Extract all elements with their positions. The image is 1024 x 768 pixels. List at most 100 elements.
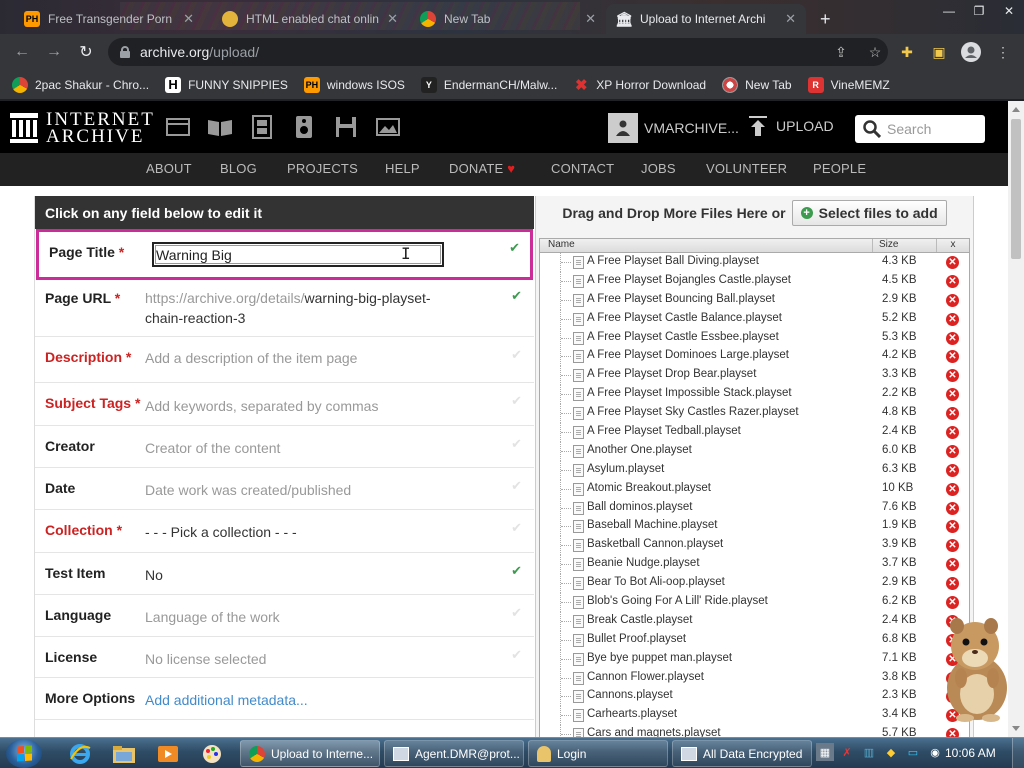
- taskbar-agent-dmr[interactable]: Agent.DMR@prot...: [384, 740, 524, 767]
- field-test-item[interactable]: Test Item No ✔: [35, 553, 534, 595]
- field-creator[interactable]: Creator Creator of the content ✔: [35, 426, 534, 468]
- field-description[interactable]: Description * Add a description of the i…: [35, 337, 534, 383]
- internet-explorer-icon[interactable]: [62, 741, 98, 766]
- bookmark-endermanch[interactable]: Y EndermanCH/Malw...: [420, 76, 557, 93]
- remove-file-icon[interactable]: ✕: [946, 274, 959, 288]
- column-name[interactable]: Name: [540, 239, 873, 252]
- tab-new-tab[interactable]: New Tab ✕: [410, 4, 606, 34]
- tray-volume-icon[interactable]: ◉: [926, 743, 944, 761]
- tray-display-icon[interactable]: ▭: [904, 743, 922, 761]
- profile-avatar-icon[interactable]: [958, 38, 984, 66]
- close-tab-icon[interactable]: ✕: [387, 11, 398, 27]
- images-icon[interactable]: [375, 114, 401, 140]
- remove-file-icon[interactable]: ✕: [946, 444, 959, 458]
- bookmark-xp-horror[interactable]: ✖ XP Horror Download: [573, 77, 706, 94]
- field-subject-tags[interactable]: Subject Tags * Add keywords, separated b…: [35, 383, 534, 426]
- scrollbar-thumb[interactable]: [1011, 119, 1021, 259]
- upload-button[interactable]: UPLOAD: [748, 115, 834, 137]
- tab-upload-internet-archive[interactable]: 🏛 Upload to Internet Archi ✕: [606, 4, 806, 34]
- field-language[interactable]: Language Language of the work ✔: [35, 595, 534, 637]
- software-floppy-icon[interactable]: [333, 114, 359, 140]
- chrome-menu-icon[interactable]: ⋮: [990, 38, 1016, 66]
- bookmark-funny-snippies[interactable]: H FUNNY SNIPPIES: [165, 76, 288, 93]
- field-page-url[interactable]: Page URL * https://archive.org/details/w…: [35, 280, 534, 337]
- add-metadata-link[interactable]: Add additional metadata...: [145, 690, 308, 710]
- page-scrollbar[interactable]: [1008, 101, 1024, 737]
- tab-html-chat[interactable]: HTML enabled chat onlin ✕: [212, 4, 408, 34]
- select-files-button[interactable]: + Select files to add: [791, 199, 947, 226]
- column-size[interactable]: Size: [873, 239, 937, 252]
- paint-icon[interactable]: [194, 741, 230, 766]
- media-player-icon[interactable]: [150, 741, 186, 766]
- start-button[interactable]: [6, 739, 42, 768]
- remove-file-icon[interactable]: ✕: [946, 407, 959, 421]
- taskbar-chrome-upload[interactable]: Upload to Interne...: [240, 740, 380, 767]
- reload-icon[interactable]: ↻: [70, 36, 102, 68]
- internet-archive-logo[interactable]: INTERNET ARCHIVE: [10, 110, 155, 146]
- back-arrow-icon[interactable]: ←: [6, 36, 38, 68]
- close-window-icon[interactable]: ✕: [994, 0, 1024, 22]
- user-menu[interactable]: VMARCHIVE...: [608, 113, 739, 143]
- nav-help[interactable]: HELP: [385, 161, 420, 176]
- texts-book-icon[interactable]: [207, 114, 233, 140]
- show-desktop-button[interactable]: [1012, 738, 1024, 768]
- taskbar-clock[interactable]: 10:06 AM: [945, 746, 996, 760]
- remove-file-icon[interactable]: ✕: [946, 539, 959, 553]
- close-tab-icon[interactable]: ✕: [585, 11, 596, 27]
- field-page-title[interactable]: Page Title * I ✔: [36, 229, 533, 280]
- tray-tool-icon[interactable]: ✗: [838, 743, 856, 761]
- test-item-value[interactable]: No: [145, 565, 163, 585]
- close-tab-icon[interactable]: ✕: [785, 11, 796, 27]
- side-panel-icon[interactable]: ▣: [926, 38, 952, 66]
- remove-file-icon[interactable]: ✕: [946, 369, 959, 383]
- audio-speaker-icon[interactable]: [291, 114, 317, 140]
- maximize-icon[interactable]: ❐: [964, 0, 994, 22]
- collection-select-value[interactable]: - - - Pick a collection - - -: [145, 522, 297, 542]
- web-icon[interactable]: [165, 114, 191, 140]
- address-bar[interactable]: archive.org/upload/: [108, 38, 888, 66]
- remove-file-icon[interactable]: ✕: [946, 501, 959, 515]
- remove-file-icon[interactable]: ✕: [946, 463, 959, 477]
- remove-file-icon[interactable]: ✕: [946, 728, 959, 737]
- nav-projects[interactable]: PROJECTS: [287, 161, 358, 176]
- nav-jobs[interactable]: JOBS: [641, 161, 676, 176]
- nav-blog[interactable]: BLOG: [220, 161, 257, 176]
- extensions-puzzle-icon[interactable]: ✚: [894, 38, 920, 66]
- remove-file-icon[interactable]: ✕: [946, 558, 959, 572]
- close-tab-icon[interactable]: ✕: [183, 11, 194, 27]
- remove-file-icon[interactable]: ✕: [946, 577, 959, 591]
- remove-file-icon[interactable]: ✕: [946, 312, 959, 326]
- nav-people[interactable]: PEOPLE: [813, 161, 866, 176]
- tab-free-transgender-porn[interactable]: PH Free Transgender Porn ✕: [14, 4, 204, 34]
- video-film-icon[interactable]: [249, 114, 275, 140]
- file-explorer-icon[interactable]: [106, 741, 142, 766]
- remove-file-icon[interactable]: ✕: [946, 293, 959, 307]
- taskbar-all-data-encrypted[interactable]: All Data Encrypted: [672, 740, 812, 767]
- scroll-up-arrow-icon[interactable]: [1012, 107, 1020, 112]
- scroll-down-arrow-icon[interactable]: [1012, 726, 1020, 731]
- remove-file-icon[interactable]: ✕: [946, 350, 959, 364]
- tray-app-icon[interactable]: ▦: [816, 743, 834, 761]
- nav-contact[interactable]: CONTACT: [551, 161, 614, 176]
- minimize-icon[interactable]: —: [934, 0, 964, 22]
- bookmark-windows-isos[interactable]: PH windows ISOS: [303, 76, 405, 93]
- field-license[interactable]: License No license selected ✔: [35, 637, 534, 678]
- remove-file-icon[interactable]: ✕: [946, 256, 959, 269]
- remove-file-icon[interactable]: ✕: [946, 331, 959, 345]
- nav-volunteer[interactable]: VOLUNTEER: [706, 161, 787, 176]
- taskbar-login[interactable]: Login: [528, 740, 668, 767]
- nav-about[interactable]: ABOUT: [146, 161, 192, 176]
- bookmark-vinememz[interactable]: R VineMEMZ: [807, 76, 890, 93]
- remove-file-icon[interactable]: ✕: [946, 482, 959, 496]
- share-icon[interactable]: ⇪: [828, 38, 854, 66]
- field-collection[interactable]: Collection * - - - Pick a collection - -…: [35, 510, 534, 553]
- tray-network-icon[interactable]: ▥: [860, 743, 878, 761]
- forward-arrow-icon[interactable]: →: [38, 36, 70, 68]
- tray-shield-icon[interactable]: ◆: [882, 743, 900, 761]
- remove-file-icon[interactable]: ✕: [946, 388, 959, 402]
- bookmark-star-icon[interactable]: ☆: [862, 38, 888, 66]
- remove-file-icon[interactable]: ✕: [946, 426, 959, 440]
- bookmark-2pac[interactable]: 2pac Shakur - Chro...: [12, 76, 149, 93]
- bookmark-new-tab[interactable]: New Tab: [722, 76, 792, 93]
- remove-file-icon[interactable]: ✕: [946, 520, 959, 534]
